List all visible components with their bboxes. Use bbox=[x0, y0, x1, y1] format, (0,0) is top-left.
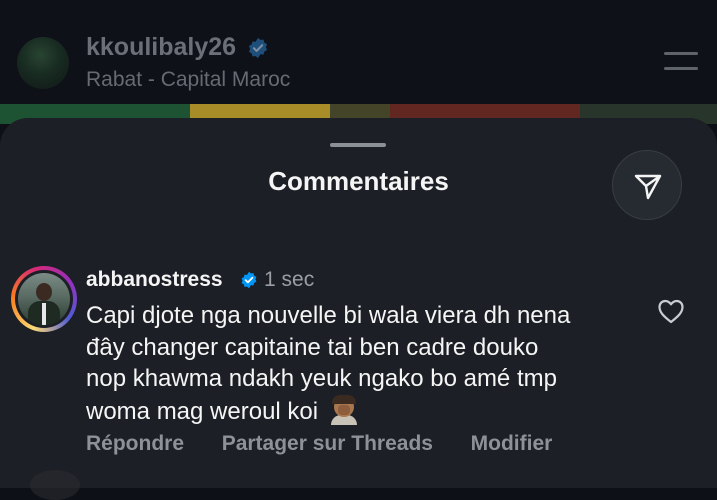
commenter-avatar[interactable] bbox=[11, 266, 77, 332]
post-username[interactable]: kkoulibaly26 bbox=[86, 33, 236, 62]
share-button[interactable] bbox=[612, 150, 682, 220]
heart-icon[interactable] bbox=[657, 298, 685, 324]
menu-icon[interactable] bbox=[664, 52, 698, 72]
comment-actions: Répondre Partager sur Threads Modifier bbox=[86, 432, 552, 456]
edit-button[interactable]: Modifier bbox=[471, 432, 553, 456]
comment-line-last: woma mag weroul koi bbox=[86, 394, 646, 428]
comment-text: Capi djote nga nouvelle bi wala viera dh… bbox=[86, 300, 646, 427]
post-author-avatar[interactable] bbox=[17, 37, 69, 89]
comment-timestamp: 1 sec bbox=[264, 268, 315, 291]
drag-handle[interactable] bbox=[330, 143, 386, 147]
next-comment-avatar[interactable] bbox=[30, 470, 80, 500]
comment-username[interactable]: abbanostress bbox=[86, 268, 223, 292]
verified-badge-icon bbox=[241, 271, 257, 289]
reply-button[interactable]: Répondre bbox=[86, 432, 184, 456]
comment-line: đây changer capitaine tai ben cadre douk… bbox=[86, 333, 539, 361]
send-icon bbox=[634, 174, 662, 200]
sheet-title: Commentaires bbox=[268, 166, 449, 196]
avatar-photo bbox=[18, 273, 70, 325]
comment-line: Capi djote nga nouvelle bi wala viera dh… bbox=[86, 302, 571, 329]
comment-line: nop khawma ndakh yeuk ngako bo amé tmp bbox=[86, 365, 557, 392]
person-facepalming-emoji bbox=[329, 394, 359, 425]
post-location[interactable]: Rabat - Capital Maroc bbox=[86, 68, 290, 92]
post-header: kkoulibaly26 Rabat - Capital Maroc bbox=[0, 0, 717, 118]
comment-line: woma mag weroul koi bbox=[86, 397, 319, 425]
verified-badge-icon bbox=[248, 37, 268, 59]
share-threads-button[interactable]: Partager sur Threads bbox=[222, 432, 433, 456]
